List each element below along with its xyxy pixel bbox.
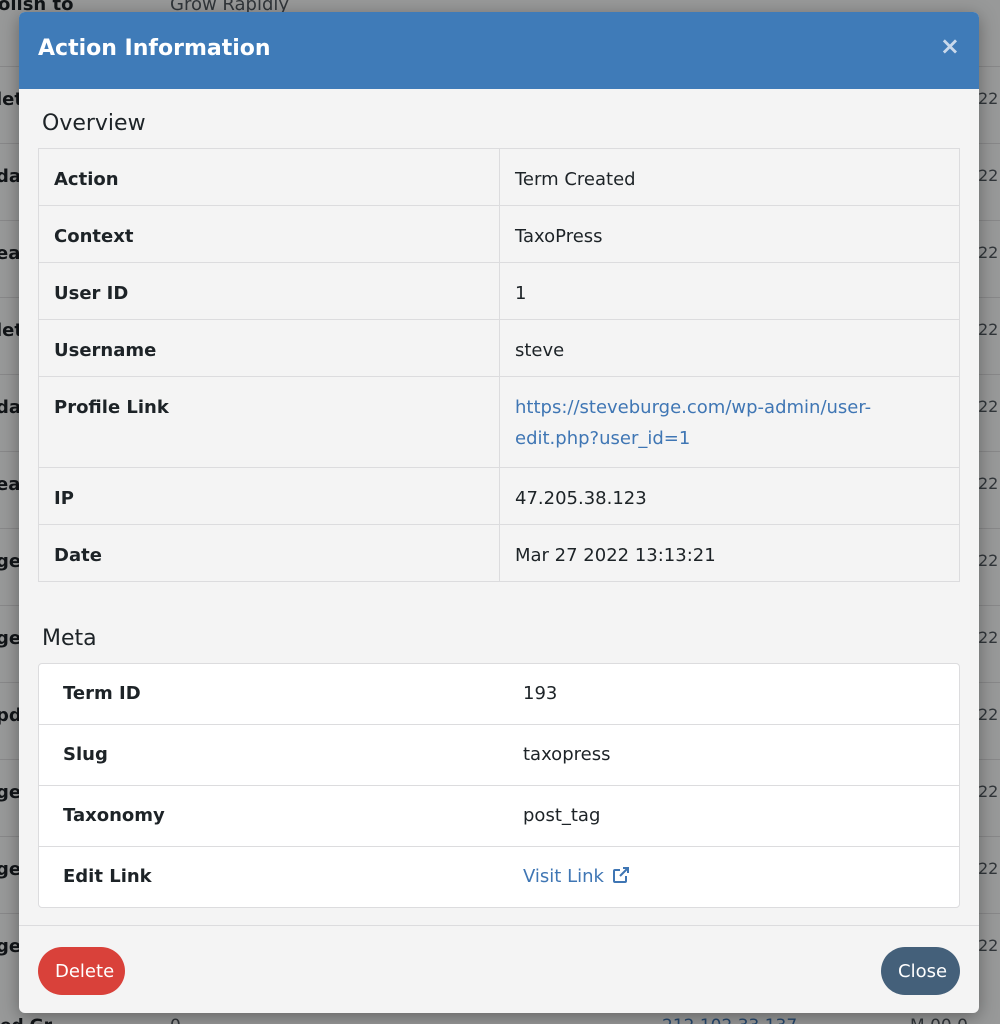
table-row: User ID 1 bbox=[38, 262, 960, 320]
modal-footer: Delete Close bbox=[19, 925, 979, 1013]
profile-link[interactable]: https://steveburge.com/wp-admin/user-edi… bbox=[515, 397, 871, 449]
delete-button[interactable]: Delete bbox=[38, 947, 125, 995]
row-label: Action bbox=[38, 148, 500, 206]
table-row: Slug taxopress bbox=[39, 724, 959, 786]
table-row: IP 47.205.38.123 bbox=[38, 467, 960, 525]
edit-link-cell: Visit Link bbox=[493, 846, 959, 907]
table-row: Term ID 193 bbox=[39, 664, 959, 725]
table-row: Action Term Created bbox=[38, 148, 960, 206]
row-label: Profile Link bbox=[38, 376, 500, 468]
table-row: Profile Link https://steveburge.com/wp-a… bbox=[38, 376, 960, 468]
action-information-modal: Action Information × Overview Action Ter… bbox=[19, 12, 979, 1013]
row-value: Term Created bbox=[499, 148, 960, 206]
row-value: post_tag bbox=[493, 785, 959, 847]
close-icon[interactable]: × bbox=[940, 34, 960, 58]
table-row: Taxonomy post_tag bbox=[39, 785, 959, 847]
row-value: steve bbox=[499, 319, 960, 377]
table-row: Username steve bbox=[38, 319, 960, 377]
meta-panel: Term ID 193 Slug taxopress Taxonomy post… bbox=[38, 663, 960, 908]
external-link-icon bbox=[612, 864, 630, 894]
row-label: IP bbox=[38, 467, 500, 525]
modal-title: Action Information bbox=[38, 36, 271, 61]
row-label: Date bbox=[38, 524, 500, 582]
row-label: Term ID bbox=[63, 683, 141, 704]
row-value: 193 bbox=[523, 683, 558, 704]
row-value: taxopress bbox=[493, 724, 959, 786]
visit-link-label: Visit Link bbox=[523, 866, 604, 887]
row-value: 1 bbox=[499, 262, 960, 320]
row-label: Taxonomy bbox=[39, 785, 493, 847]
row-label: User ID bbox=[38, 262, 500, 320]
row-label: Edit Link bbox=[39, 846, 493, 907]
overview-table: Action Term Created Context TaxoPress Us… bbox=[38, 148, 960, 582]
row-label: Context bbox=[38, 205, 500, 263]
row-label: Slug bbox=[39, 724, 493, 786]
meta-table: Term ID 193 Slug taxopress Taxonomy post… bbox=[39, 664, 959, 907]
row-value: TaxoPress bbox=[499, 205, 960, 263]
table-row: Context TaxoPress bbox=[38, 205, 960, 263]
meta-heading: Meta bbox=[42, 626, 97, 651]
visit-link[interactable]: Visit Link bbox=[523, 866, 630, 887]
table-row: Edit Link Visit Link bbox=[39, 846, 959, 907]
table-row: Date Mar 27 2022 13:13:21 bbox=[38, 524, 960, 582]
row-label: Username bbox=[38, 319, 500, 377]
modal-header: Action Information × bbox=[19, 12, 979, 89]
overview-heading: Overview bbox=[42, 111, 146, 136]
close-button[interactable]: Close bbox=[881, 947, 960, 995]
row-value: Mar 27 2022 13:13:21 bbox=[499, 524, 960, 582]
row-value: 47.205.38.123 bbox=[499, 467, 960, 525]
profile-link-cell: https://steveburge.com/wp-admin/user-edi… bbox=[499, 376, 960, 468]
